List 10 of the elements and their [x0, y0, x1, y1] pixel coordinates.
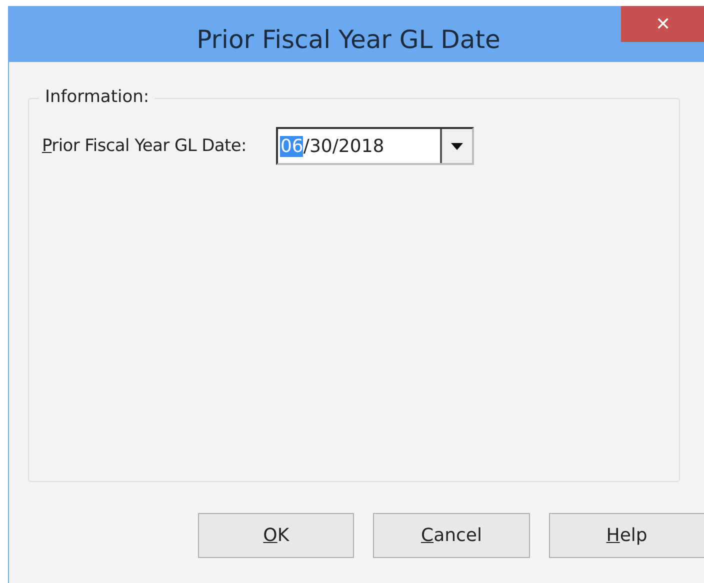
date-field[interactable]: 06/30/2018 [276, 127, 474, 165]
date-value: 06/30/2018 [279, 136, 386, 156]
window-title: Prior Fiscal Year GL Date [196, 24, 500, 54]
dialog-button[interactable]: Cancel [373, 513, 530, 558]
dropdown-button[interactable] [440, 129, 472, 163]
field-label: Prior Fiscal Year GL Date: [42, 136, 246, 156]
caret-icon [451, 142, 464, 150]
dialog-button[interactable]: Help [548, 513, 704, 558]
dialog-button[interactable]: OK [198, 513, 354, 558]
close-button[interactable]: ✕ [621, 6, 704, 42]
